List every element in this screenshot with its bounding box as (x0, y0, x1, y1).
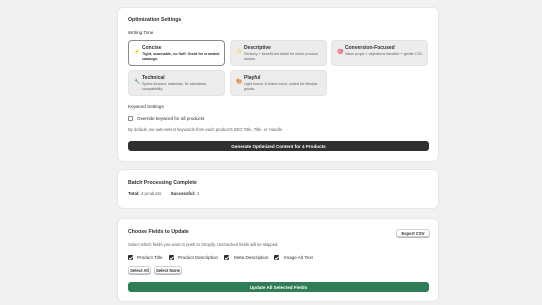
generate-content-button[interactable]: Generate Optimized Content for 4 Product… (128, 141, 429, 151)
wrench-icon: 🔧 (134, 79, 141, 85)
image-alt-text-label: Image Alt Text (284, 255, 313, 260)
target-icon: 🎯 (337, 49, 344, 55)
tone-description: Specs-forward, materials, fit, standards… (142, 82, 207, 91)
choose-fields-card: Choose Fields to Update Export CSV Selec… (117, 218, 439, 302)
product-description-label: Product Description (178, 255, 219, 260)
total-label: Total: (128, 191, 140, 196)
meta-description-label: Meta Description (234, 255, 269, 260)
tone-option-descriptive[interactable]: ✨ Descriptive Sensory + benefit-led deta… (230, 40, 327, 66)
optimization-settings-card: Optimization Settings Writing Tone ⚡ Con… (117, 7, 439, 162)
tone-option-conversion-focused[interactable]: 🎯 Conversion-Focused Value props + objec… (331, 40, 428, 66)
product-title-checkbox[interactable] (128, 255, 133, 260)
choose-fields-title: Choose Fields to Update (128, 229, 189, 235)
override-keyword-label: Override keyword for all products (137, 116, 205, 121)
batch-title: Batch Processing Complete (128, 180, 197, 186)
writing-tone-label: Writing Tone (128, 30, 154, 35)
tone-description: Sensory + benefit-led detail for richer … (244, 52, 318, 61)
tone-name: Technical (142, 75, 165, 81)
override-keyword-checkbox[interactable] (128, 116, 133, 121)
palette-icon: 🎨 (236, 79, 243, 85)
optimization-settings-title: Optimization Settings (128, 17, 182, 23)
tone-option-concise[interactable]: ⚡ Concise Tight, scannable, no fluff. Gr… (128, 40, 225, 66)
tone-name: Playful (244, 75, 261, 81)
product-description-checkbox[interactable] (169, 255, 174, 260)
total-value: 4 products (140, 191, 162, 196)
select-none-button[interactable]: Select None (154, 266, 182, 274)
tone-option-playful[interactable]: 🎨 Playful Light humor & brand voice, sui… (230, 70, 327, 96)
image-alt-text-checkbox[interactable] (274, 255, 279, 260)
tone-description: Tight, scannable, no fluff. Great for cr… (142, 52, 220, 61)
keyword-hint: By default, we auto-select keywords from… (128, 127, 284, 132)
product-title-label: Product Title (137, 255, 163, 260)
fields-hint: Select which fields you want to push to … (128, 242, 279, 247)
successful-label: Successful: (170, 191, 196, 196)
lightning-icon: ⚡ (134, 49, 141, 55)
tone-description: Light humor & brand voice, suited for li… (244, 82, 318, 91)
tone-name: Conversion-Focused (345, 45, 395, 51)
successful-value: 4 (196, 191, 199, 196)
export-csv-button[interactable]: Export CSV (396, 229, 430, 237)
batch-stats: Total: 4 products Successful: 4 (128, 191, 199, 196)
tone-name: Descriptive (244, 45, 271, 51)
tone-name: Concise (142, 45, 162, 51)
tone-option-technical[interactable]: 🔧 Technical Specs-forward, materials, fi… (128, 70, 225, 96)
update-selected-fields-button[interactable]: Update All Selected Fields (128, 282, 429, 292)
batch-processing-card: Batch Processing Complete Total: 4 produ… (117, 169, 439, 209)
sparkles-icon: ✨ (236, 49, 243, 55)
keyword-settings-label: Keyword Settings (128, 104, 164, 109)
select-all-button[interactable]: Select All (128, 266, 151, 274)
tone-description: Value props + objections handled + gentl… (345, 52, 423, 56)
meta-description-checkbox[interactable] (224, 255, 229, 260)
